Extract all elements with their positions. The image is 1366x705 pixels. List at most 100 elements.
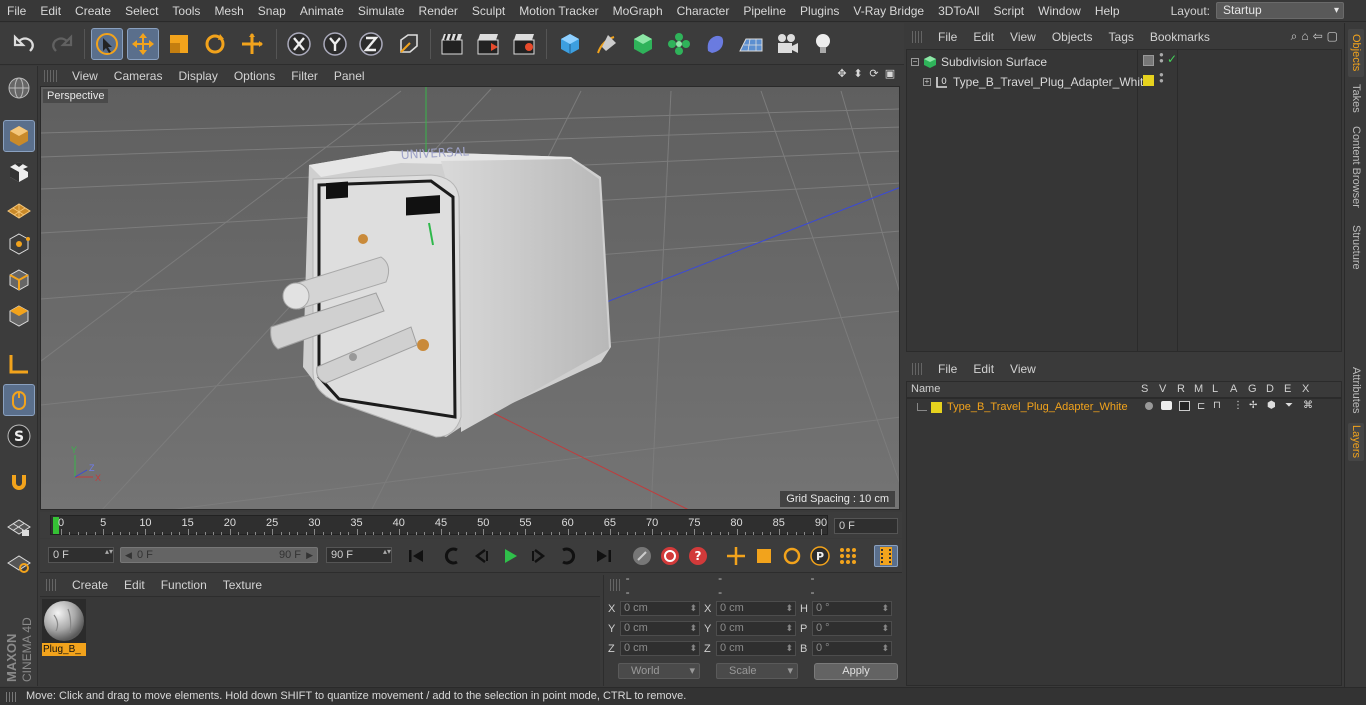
menu-sculpt[interactable]: Sculpt bbox=[465, 4, 512, 18]
go-to-end-button[interactable] bbox=[592, 545, 616, 567]
viewport-menu-display[interactable]: Display bbox=[170, 69, 225, 83]
material-menu-edit[interactable]: Edit bbox=[116, 578, 153, 592]
menu-plugins[interactable]: Plugins bbox=[793, 4, 846, 18]
layout-dropdown[interactable]: Startup bbox=[1216, 2, 1344, 19]
zoom-view-icon[interactable]: ⬍ bbox=[852, 68, 864, 80]
menu-vray-bridge[interactable]: V-Ray Bridge bbox=[846, 4, 931, 18]
transform-tool-button[interactable] bbox=[236, 28, 268, 60]
solo-button[interactable]: S bbox=[3, 420, 35, 452]
menu-tools[interactable]: Tools bbox=[165, 4, 207, 18]
rotate-view-icon[interactable]: ⟳ bbox=[868, 68, 880, 80]
workplane-lock-button[interactable] bbox=[3, 510, 35, 542]
layer-menu-view[interactable]: View bbox=[1002, 362, 1044, 376]
deformer-small-icon[interactable]: ⬢ bbox=[1267, 400, 1276, 411]
layer-col-xref[interactable]: X bbox=[1302, 383, 1309, 395]
layer-col-solo[interactable]: S bbox=[1141, 383, 1148, 395]
menu-render[interactable]: Render bbox=[412, 4, 465, 18]
polygons-mode-button[interactable] bbox=[3, 300, 35, 332]
visibility-dots-icon[interactable]: ● ● bbox=[1159, 71, 1164, 85]
next-key-button[interactable] bbox=[554, 545, 578, 567]
points-mode-button[interactable] bbox=[3, 228, 35, 260]
tab-structure[interactable]: Structure bbox=[1348, 219, 1364, 275]
layer-col-generators[interactable]: G bbox=[1248, 383, 1257, 395]
xref-icon[interactable]: ⌘ bbox=[1303, 400, 1313, 411]
position-z-field[interactable]: 0 cm bbox=[620, 641, 700, 656]
tab-takes[interactable]: Takes bbox=[1348, 81, 1364, 115]
size-x-field[interactable]: 0 cm bbox=[716, 601, 796, 616]
add-subdivision-button[interactable] bbox=[627, 28, 659, 60]
rotation-b-field[interactable]: 0 ° bbox=[812, 641, 892, 656]
keyframe-selection-button[interactable]: ? bbox=[686, 545, 710, 567]
render-settings-button[interactable] bbox=[508, 28, 540, 60]
new-window-icon[interactable]: ▢ bbox=[1327, 29, 1338, 44]
add-floor-button[interactable] bbox=[735, 28, 767, 60]
menu-script[interactable]: Script bbox=[986, 4, 1031, 18]
frame-range-slider[interactable]: ◀ 0 F 90 F ▶ bbox=[120, 547, 318, 563]
add-mograph-cloner-button[interactable] bbox=[663, 28, 695, 60]
maximize-view-icon[interactable]: ▣ bbox=[884, 68, 896, 80]
key-rotation-button[interactable] bbox=[780, 545, 804, 567]
position-x-field[interactable]: 0 cm bbox=[620, 601, 700, 616]
add-camera-button[interactable] bbox=[771, 28, 803, 60]
object-row-plug-adapter[interactable]: + 0 Type_B_Travel_Plug_Adapter_White ● ● bbox=[907, 71, 1343, 91]
menu-file[interactable]: File bbox=[0, 4, 33, 18]
search-icon[interactable]: ⌕ bbox=[1291, 29, 1298, 44]
texture-mode-button[interactable] bbox=[3, 156, 35, 188]
undo-button[interactable] bbox=[9, 28, 41, 60]
material-preview-sphere[interactable] bbox=[42, 599, 86, 643]
workplane-align-button[interactable] bbox=[3, 546, 35, 578]
coordinate-space-dropdown[interactable]: World bbox=[618, 663, 700, 679]
next-frame-button[interactable] bbox=[526, 545, 550, 567]
generator-icon[interactable]: ✢ bbox=[1249, 400, 1257, 411]
layer-color-icon[interactable] bbox=[1143, 75, 1154, 86]
render-clapboard-icon[interactable] bbox=[1179, 401, 1190, 411]
material-menu-texture[interactable]: Texture bbox=[215, 578, 270, 592]
eye-icon[interactable] bbox=[1161, 401, 1172, 410]
back-icon[interactable]: ⇦ bbox=[1313, 29, 1323, 44]
object-menu-view[interactable]: View bbox=[1002, 30, 1044, 44]
menu-help[interactable]: Help bbox=[1088, 4, 1127, 18]
model-mode-button[interactable] bbox=[3, 120, 35, 152]
record-keys-button[interactable] bbox=[630, 545, 654, 567]
size-mode-dropdown[interactable]: Scale bbox=[716, 663, 798, 679]
manager-list-icon[interactable]: ⊏ bbox=[1197, 401, 1205, 412]
menu-motion-tracker[interactable]: Motion Tracker bbox=[512, 4, 605, 18]
add-cube-button[interactable] bbox=[554, 28, 586, 60]
apply-button[interactable]: Apply bbox=[814, 663, 898, 680]
viewport-menu-panel[interactable]: Panel bbox=[326, 69, 373, 83]
layer-col-visible[interactable]: V bbox=[1159, 383, 1166, 395]
menu-snap[interactable]: Snap bbox=[251, 4, 293, 18]
add-light-button[interactable] bbox=[807, 28, 839, 60]
x-axis-lock-button[interactable] bbox=[283, 28, 315, 60]
viewport-menu-cameras[interactable]: Cameras bbox=[106, 69, 171, 83]
autokeying-button[interactable] bbox=[658, 545, 682, 567]
move-tool-button[interactable] bbox=[127, 28, 159, 60]
object-menu-file[interactable]: File bbox=[930, 30, 965, 44]
end-frame-field[interactable]: 90 F bbox=[326, 547, 392, 563]
enabled-check-icon[interactable]: ✓ bbox=[1167, 52, 1177, 66]
render-view-button[interactable] bbox=[436, 28, 468, 60]
position-y-field[interactable]: 0 cm bbox=[620, 621, 700, 636]
object-menu-tags[interactable]: Tags bbox=[1101, 30, 1142, 44]
object-menu-bookmarks[interactable]: Bookmarks bbox=[1142, 30, 1218, 44]
workplane-mode-button[interactable] bbox=[3, 192, 35, 224]
menu-select[interactable]: Select bbox=[118, 4, 165, 18]
layer-col-render[interactable]: R bbox=[1177, 383, 1185, 395]
timeline-ruler[interactable]: 0 5 10 15 20 25 30 35 40 45 50 55 60 65 70 75 80 85 90 bbox=[50, 515, 828, 535]
menu-create[interactable]: Create bbox=[68, 4, 118, 18]
axis-mode-button[interactable] bbox=[3, 348, 35, 380]
add-deformer-button[interactable] bbox=[699, 28, 731, 60]
timeline-window-button[interactable] bbox=[874, 545, 898, 567]
viewport-menu-filter[interactable]: Filter bbox=[283, 69, 326, 83]
rotation-p-field[interactable]: 0 ° bbox=[812, 621, 892, 636]
tab-content-browser[interactable]: Content Browser bbox=[1348, 119, 1364, 215]
perspective-viewport[interactable]: UNIVERSAL Y X Z Perspective Grid Spacing… bbox=[40, 86, 900, 510]
z-axis-lock-button[interactable] bbox=[355, 28, 387, 60]
y-axis-lock-button[interactable] bbox=[319, 28, 351, 60]
object-menu-edit[interactable]: Edit bbox=[965, 30, 1002, 44]
layer-col-deformers[interactable]: D bbox=[1266, 383, 1274, 395]
material-menu-create[interactable]: Create bbox=[64, 578, 116, 592]
layer-menu-file[interactable]: File bbox=[930, 362, 965, 376]
snap-button[interactable] bbox=[3, 466, 35, 498]
size-y-field[interactable]: 0 cm bbox=[716, 621, 796, 636]
